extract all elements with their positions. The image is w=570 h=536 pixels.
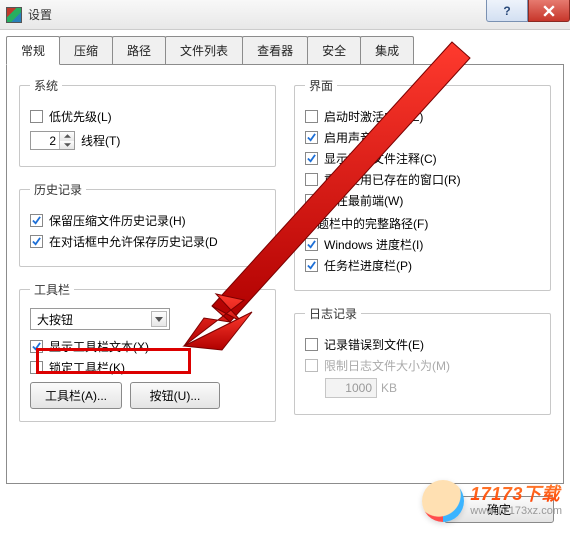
- window-title: 设置: [28, 6, 52, 23]
- spinner-threads-value: 2: [31, 132, 59, 149]
- group-interface-legend: 界面: [305, 77, 337, 94]
- group-toolbar: 工具栏 大按钮 显示工具栏文本(X) 锁定工具栏(K) 工具栏(A)..: [19, 281, 276, 422]
- spinner-down-icon[interactable]: [60, 141, 74, 150]
- checkbox-log-errors[interactable]: [305, 338, 318, 351]
- select-toolbar-style[interactable]: 大按钮: [30, 308, 170, 330]
- label-always-on-top: 总在最前端(W): [324, 192, 403, 209]
- group-log: 日志记录 记录错误到文件(E) 限制日志文件大小为(M) 1000 KB: [294, 305, 551, 415]
- tab-security[interactable]: 安全: [307, 36, 361, 64]
- checkbox-windows-progress[interactable]: [305, 238, 318, 251]
- tab-viewer[interactable]: 查看器: [242, 36, 308, 64]
- checkbox-show-toolbar-text[interactable]: [30, 340, 43, 353]
- help-button[interactable]: ?: [486, 0, 528, 22]
- group-history: 历史记录 保留压缩文件历史记录(H) 在对话框中允许保存历史记录(D: [19, 181, 276, 267]
- checkbox-wizard-on-start[interactable]: [305, 110, 318, 123]
- label-show-toolbar-text: 显示工具栏文本(X): [49, 338, 149, 355]
- app-icon: [6, 7, 22, 23]
- input-log-size: 1000: [325, 378, 377, 398]
- close-button[interactable]: [528, 0, 570, 22]
- group-system-legend: 系统: [30, 77, 62, 94]
- label-log-errors: 记录错误到文件(E): [324, 336, 424, 353]
- group-log-legend: 日志记录: [305, 305, 361, 322]
- group-history-legend: 历史记录: [30, 181, 86, 198]
- watermark-brand: 17173下载: [470, 484, 562, 505]
- label-keep-archive-history: 保留压缩文件历史记录(H): [49, 212, 186, 229]
- label-allow-dialog-history: 在对话框中允许保存历史记录(D: [49, 233, 218, 250]
- checkbox-lock-toolbar[interactable]: [30, 361, 43, 374]
- label-wizard-on-start: 启动时激活向导(Z): [324, 108, 423, 125]
- watermark-url: www.17173xz.com: [470, 505, 562, 518]
- watermark-mascot-icon: [422, 480, 464, 522]
- checkbox-show-comments[interactable]: [305, 152, 318, 165]
- group-system: 系统 低优先级(L) 2 线程(T): [19, 77, 276, 167]
- select-toolbar-style-value: 大按钮: [37, 311, 73, 328]
- checkbox-limit-log-size: [305, 359, 318, 372]
- label-threads: 线程(T): [81, 132, 120, 149]
- tab-general[interactable]: 常规: [6, 36, 60, 65]
- question-icon: ?: [503, 4, 510, 18]
- checkbox-reuse-window[interactable]: [305, 173, 318, 186]
- label-lock-toolbar: 锁定工具栏(K): [49, 359, 125, 376]
- close-icon: [543, 5, 555, 17]
- checkbox-keep-archive-history[interactable]: [30, 214, 43, 227]
- label-log-size-unit: KB: [381, 381, 397, 395]
- checkbox-enable-sound[interactable]: [305, 131, 318, 144]
- checkbox-always-on-top[interactable]: [305, 194, 318, 207]
- tab-filelist[interactable]: 文件列表: [165, 36, 243, 64]
- tab-panel-general: 系统 低优先级(L) 2 线程(T): [6, 64, 564, 484]
- checkbox-low-priority[interactable]: [30, 110, 43, 123]
- label-limit-log-size: 限制日志文件大小为(M): [324, 357, 450, 374]
- label-low-priority: 低优先级(L): [49, 108, 112, 125]
- tab-integration[interactable]: 集成: [360, 36, 414, 64]
- checkbox-taskbar-progress[interactable]: [305, 259, 318, 272]
- tab-compress[interactable]: 压缩: [59, 36, 113, 64]
- label-windows-progress: Windows 进度栏(I): [324, 236, 423, 253]
- group-interface: 界面 启动时激活向导(Z) 启用声音(S) 显示压缩文件注释(C): [294, 77, 551, 291]
- checkbox-allow-dialog-history[interactable]: [30, 235, 43, 248]
- spinner-up-icon[interactable]: [60, 132, 74, 141]
- label-taskbar-progress: 任务栏进度栏(P): [324, 257, 412, 274]
- label-show-comments: 显示压缩文件注释(C): [324, 150, 437, 167]
- label-reuse-window: 重复使用已存在的窗口(R): [324, 171, 461, 188]
- button-toolbars[interactable]: 工具栏(A)...: [30, 382, 122, 409]
- tab-strip: 常规 压缩 路径 文件列表 查看器 安全 集成: [0, 30, 570, 64]
- group-toolbar-legend: 工具栏: [30, 281, 74, 298]
- watermark: 17173下载 www.17173xz.com: [422, 480, 562, 522]
- label-enable-sound: 启用声音(S): [324, 129, 388, 146]
- spinner-threads[interactable]: 2: [30, 131, 75, 150]
- title-bar: 设置 ?: [0, 0, 570, 30]
- tab-paths[interactable]: 路径: [112, 36, 166, 64]
- chevron-down-icon: [151, 311, 167, 327]
- label-full-path-title: 标题栏中的完整路径(F): [305, 215, 428, 232]
- button-buttons[interactable]: 按钮(U)...: [130, 382, 220, 409]
